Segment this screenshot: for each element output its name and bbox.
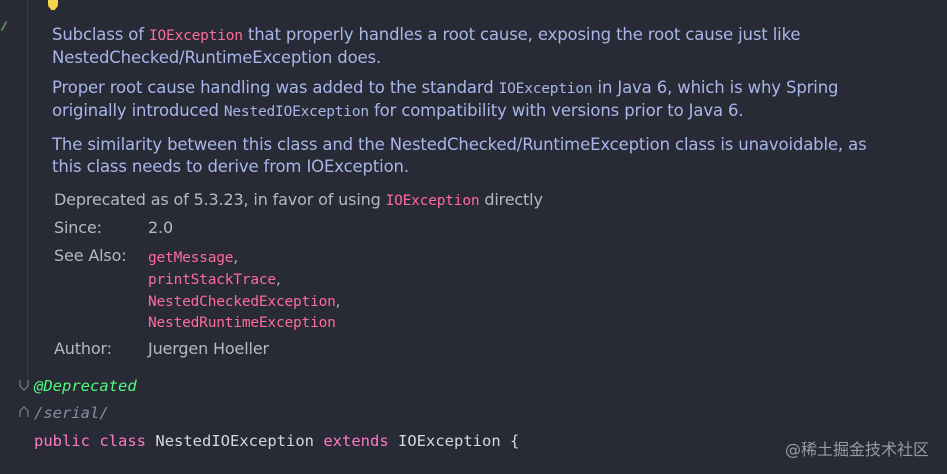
class-declaration-line[interactable]: public class NestedIOException extends I… [34,432,519,450]
keyword-extends: extends [323,432,389,450]
see-also-item[interactable]: NestedRuntimeException [148,312,340,334]
doc-text: for compatibility with versions prior to… [368,101,744,120]
see-also-label: See Also: [54,246,127,265]
deprecated-text: directly [479,190,543,209]
comment-line[interactable]: /serial/ [34,404,109,422]
author-value: Juergen Hoeller [148,339,269,358]
superclass-name[interactable]: IOException [398,432,501,450]
deprecated-text: as of 5.3.23, in favor of using [145,190,386,209]
gutter-divider [27,0,28,378]
keyword-public: public [34,432,90,450]
deprecated-code-link[interactable]: IOException [386,193,480,209]
deprecated-line: Deprecated as of 5.3.23, in favor of usi… [54,190,543,209]
open-brace: { [510,432,520,450]
see-also-item[interactable]: NestedCheckedException, [148,290,340,312]
doc-text: Subclass of [52,25,149,44]
code-ref: NestedIOException [223,104,369,120]
code-ref: IOException [498,81,593,97]
editor-gutter [0,0,28,474]
code-ref-link[interactable]: IOException [149,28,243,44]
keyword-class: class [99,432,147,450]
doc-text: Proper root cause handling was added to … [52,78,499,97]
doc-paragraph: Subclass of IOException that properly ha… [52,24,872,69]
annotation-line[interactable]: @Deprecated [34,377,137,395]
doc-paragraph: The similarity between this class and th… [52,135,867,176]
see-also-list: getMessage, printStackTrace, NestedCheck… [148,246,340,334]
lightbulb-icon[interactable] [44,0,62,12]
edit-marker-icon [1,21,7,31]
author-label: Author: [54,339,112,358]
class-name[interactable]: NestedIOException [155,432,314,450]
fold-icon[interactable] [19,379,29,391]
since-label: Since: [54,218,102,237]
see-also-item[interactable]: getMessage, [148,246,340,268]
fold-icon[interactable] [19,406,29,418]
since-value: 2.0 [148,218,173,237]
doc-paragraph: Proper root cause handling was added to … [52,77,872,123]
watermark: @稀土掘金技术社区 [784,440,929,459]
see-also-item[interactable]: printStackTrace, [148,268,340,290]
deprecated-label: Deprecated [54,190,146,209]
